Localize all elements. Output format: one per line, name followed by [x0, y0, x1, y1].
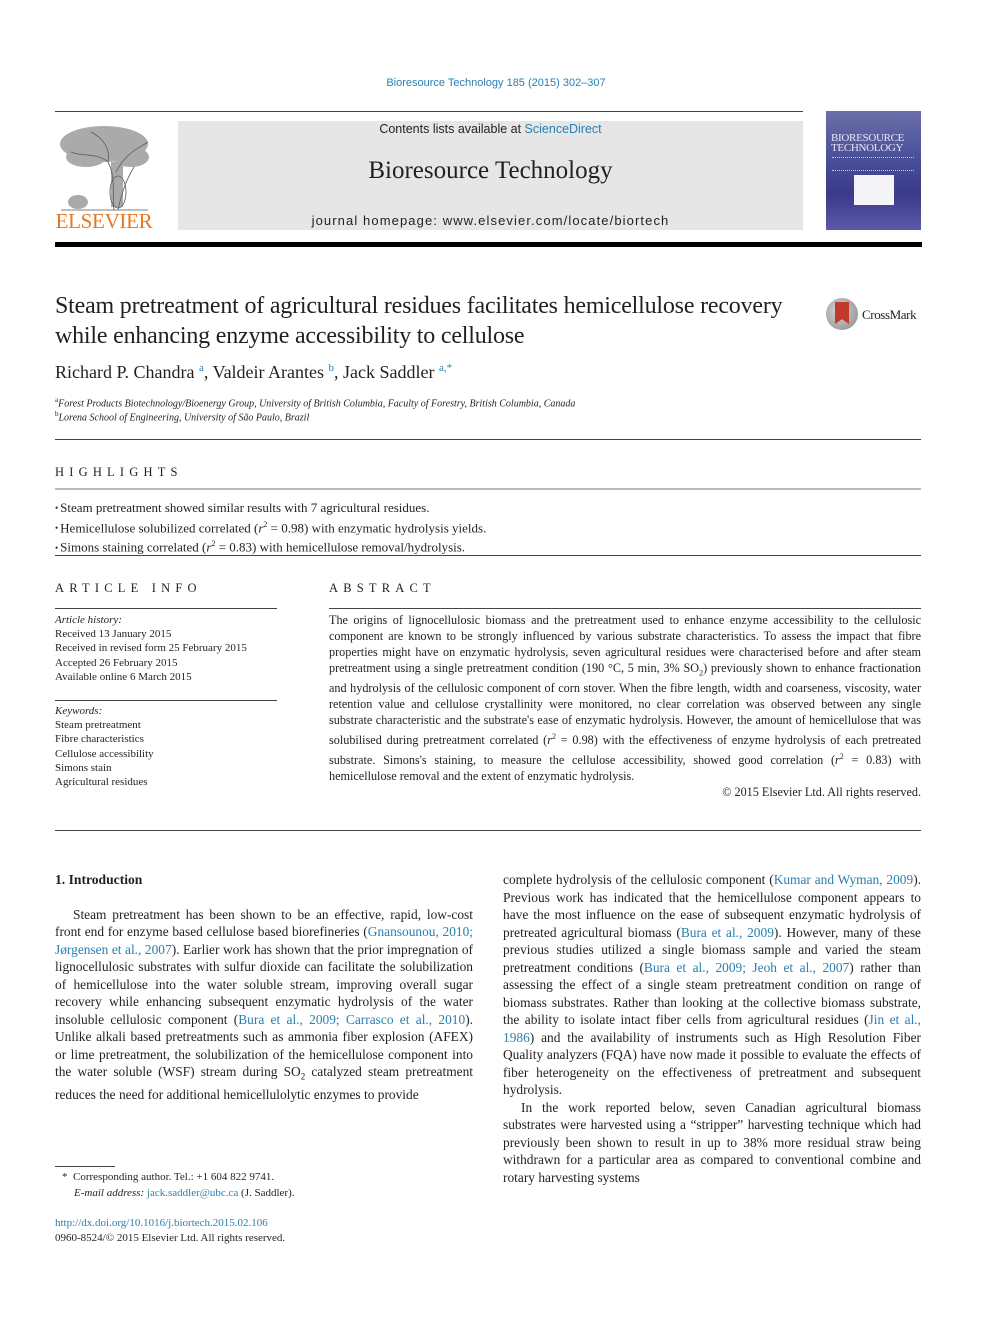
highlights-list: Steam pretreatment showed similar result…	[55, 500, 486, 556]
keyword: Cellulose accessibility	[55, 747, 154, 760]
divider	[329, 608, 921, 609]
cover-text-lines	[832, 157, 914, 171]
issn-line: 0960-8524/© 2015 Elsevier Ltd. All right…	[55, 1232, 286, 1244]
affiliation: bLorena School of Engineering, Universit…	[55, 410, 309, 423]
section-heading: 1. Introduction	[55, 872, 143, 887]
divider	[55, 700, 277, 701]
affiliation-text: Lorena School of Engineering, University…	[58, 412, 310, 424]
highlight-item: Hemicellulose solubilized correlated (r2…	[55, 517, 486, 537]
elsevier-wordmark: ELSEVIER	[55, 209, 153, 233]
email-note: E-mail address: jack.saddler@ubc.ca (J. …	[74, 1187, 295, 1199]
contents-line: Contents lists available at ScienceDirec…	[178, 121, 803, 137]
article-history: Article history: Received 13 January 201…	[55, 613, 277, 684]
keyword: Steam pretreatment	[55, 719, 141, 732]
paragraph: complete hydrolysis of the cellulosic co…	[503, 872, 922, 1097]
divider	[55, 830, 921, 831]
highlight-item: Simons staining correlated (r2 = 0.83) w…	[55, 536, 486, 556]
article-info-heading: ARTICLE INFO	[55, 581, 202, 595]
elsevier-tree-icon	[60, 126, 149, 211]
divider	[55, 608, 277, 609]
highlights-heading: HIGHLIGHTS	[55, 465, 183, 479]
citation-link[interactable]: Bura et al., 2009; Carrasco et al., 2010	[238, 1012, 465, 1027]
journal-masthead: Contents lists available at ScienceDirec…	[178, 121, 803, 230]
doi-link[interactable]: http://dx.doi.org/10.1016/j.biortech.201…	[55, 1216, 268, 1232]
history-item: Received 13 January 2015	[55, 628, 172, 641]
keyword: Fibre characteristics	[55, 733, 144, 746]
citation-link[interactable]: Bura et al., 2009; Jeoh et al., 2007	[644, 960, 849, 975]
masthead-rule	[55, 242, 922, 247]
sciencedirect-link[interactable]: ScienceDirect	[525, 122, 602, 136]
author-affiliation-mark[interactable]: b	[329, 362, 335, 374]
paragraph: Steam pretreatment has been shown to be …	[55, 906, 474, 1103]
journal-citation-link[interactable]: Bioresource Technology 185 (2015) 302–30…	[0, 77, 992, 89]
body-right-column: complete hydrolysis of the cellulosic co…	[503, 871, 921, 1186]
journal-cover-image[interactable]: BIORESOURCE TECHNOLOGY	[826, 111, 921, 230]
affiliation-text: Forest Products Biotechnology/Bioenergy …	[58, 398, 576, 410]
footnote-rule	[55, 1166, 115, 1167]
affiliation: aForest Products Biotechnology/Bioenergy…	[55, 396, 575, 409]
cover-title: BIORESOURCE TECHNOLOGY	[831, 133, 919, 154]
contents-prefix: Contents lists available at	[379, 122, 525, 136]
journal-title: Bioresource Technology	[368, 157, 613, 184]
history-item: Received in revised form 25 February 201…	[55, 642, 247, 655]
history-item: Available online 6 March 2015	[55, 670, 192, 683]
author-name[interactable]: Jack Saddler	[343, 362, 434, 382]
author-list: Richard P. Chandra a, Valdeir Arantes b,…	[55, 362, 453, 382]
abstract-text: The origins of lignocellulosic biomass a…	[329, 613, 921, 799]
author-name[interactable]: Richard P. Chandra	[55, 362, 194, 382]
author-affiliation-mark[interactable]: a,*	[439, 362, 452, 374]
keywords-label: Keywords:	[55, 705, 103, 717]
history-label: Article history:	[55, 614, 122, 626]
crossmark-label: CrossMark	[862, 307, 917, 322]
divider	[55, 439, 921, 440]
journal-homepage[interactable]: journal homepage: www.elsevier.com/locat…	[178, 213, 803, 228]
corresponding-author-note: * Corresponding author. Tel.: +1 604 822…	[62, 1171, 275, 1183]
author-name[interactable]: Valdeir Arantes	[213, 362, 324, 382]
citation-link[interactable]: Kumar and Wyman, 2009	[774, 872, 914, 887]
article-title: Steam pretreatment of agricultural resid…	[55, 293, 783, 349]
elsevier-logo[interactable]: ELSEVIER	[54, 120, 154, 233]
crossmark-button[interactable]: CrossMark	[826, 298, 926, 334]
divider	[55, 488, 921, 490]
email-link[interactable]: jack.saddler@ubc.ca	[147, 1187, 238, 1199]
paragraph: In the work reported below, seven Canadi…	[503, 1099, 921, 1185]
keyword: Simons stain	[55, 761, 112, 774]
cover-title-line2: TECHNOLOGY	[831, 142, 904, 154]
author-affiliation-mark[interactable]: a	[199, 362, 204, 374]
keywords: Keywords: Steam pretreatment Fibre chara…	[55, 704, 277, 789]
cover-figure	[854, 175, 894, 205]
keyword: Agricultural residues	[55, 776, 148, 789]
abstract-copyright: © 2015 Elsevier Ltd. All rights reserved…	[722, 784, 921, 799]
highlight-item: Steam pretreatment showed similar result…	[55, 500, 486, 517]
abstract-heading: ABSTRACT	[329, 581, 436, 595]
body-left-column: 1. Introduction Steam pretreatment has b…	[55, 871, 473, 1104]
divider	[55, 555, 921, 556]
history-item: Accepted 26 February 2015	[55, 656, 178, 669]
citation-link[interactable]: Bura et al., 2009	[681, 925, 774, 940]
header-rule	[55, 111, 803, 112]
